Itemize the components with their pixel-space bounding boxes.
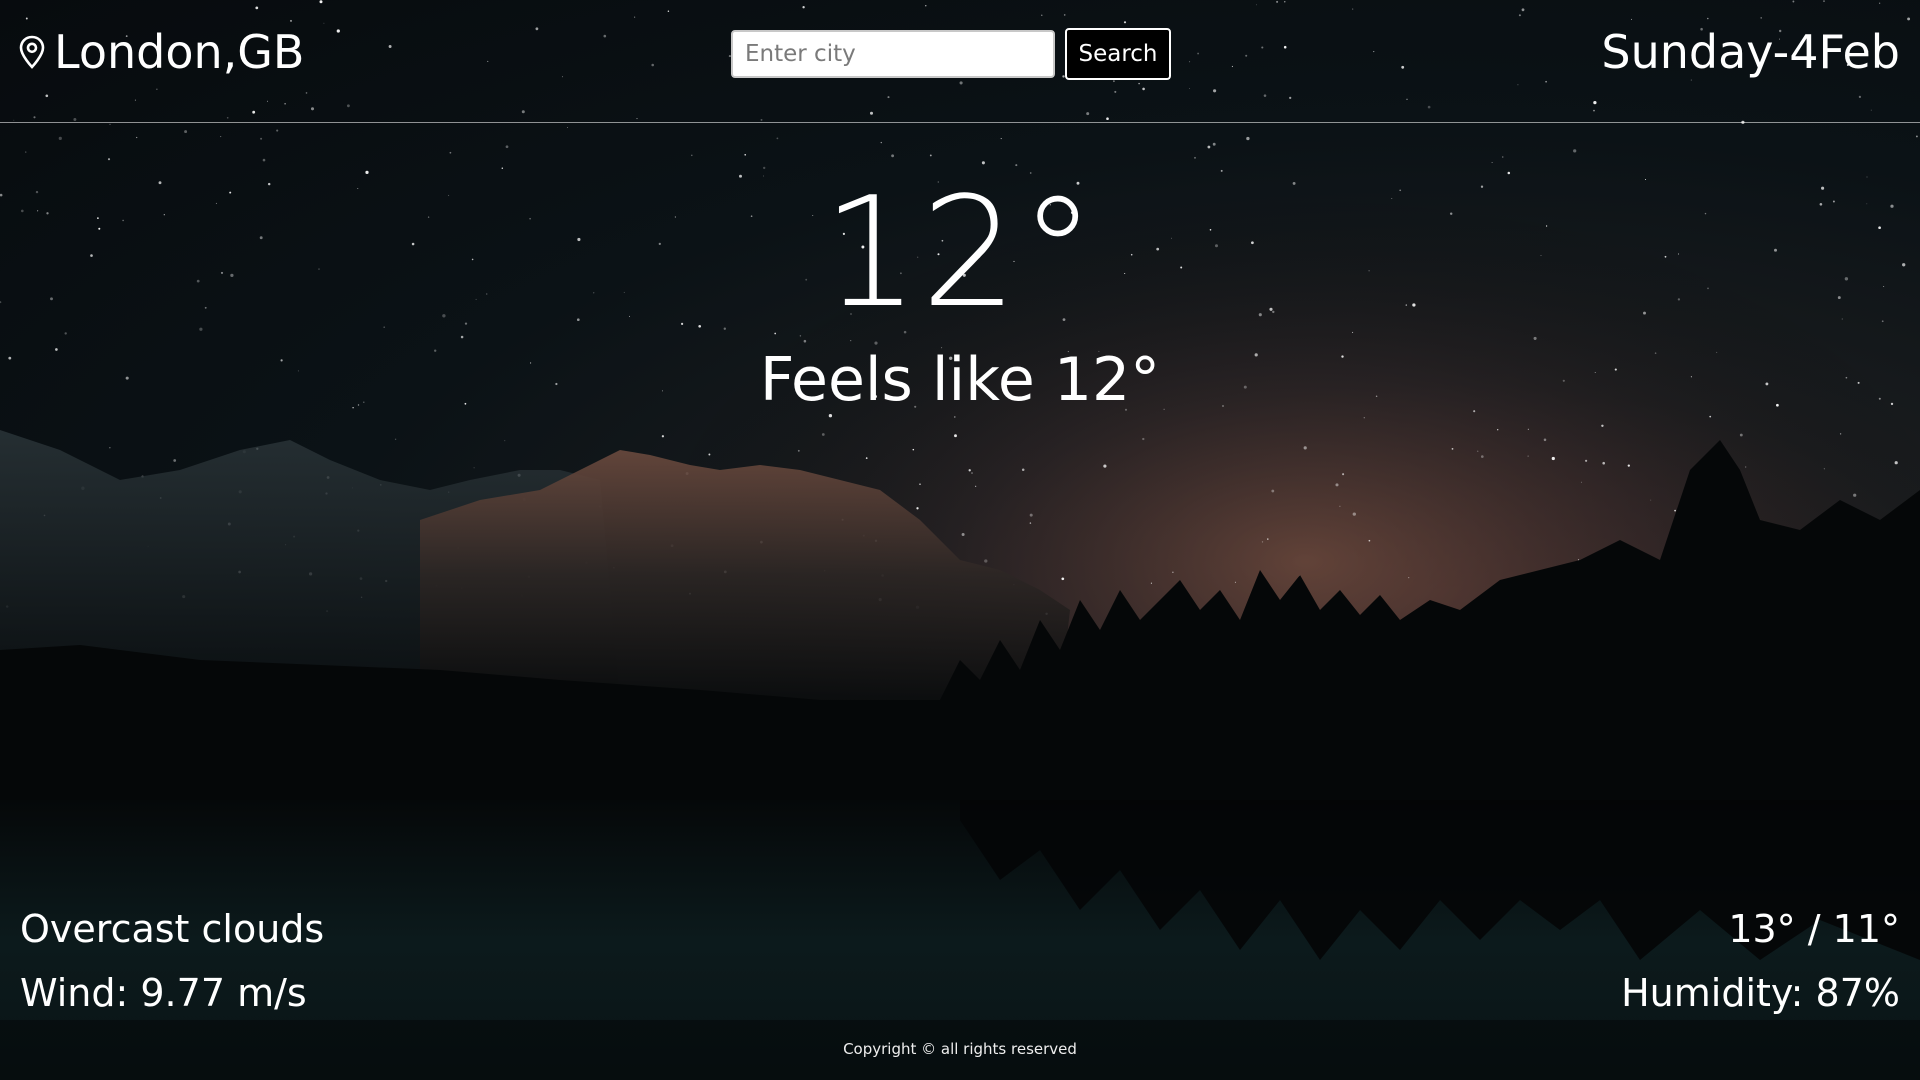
search-button[interactable]: Search [1065, 28, 1171, 80]
weather-app: London,GB Search Sunday-4Feb 12° Feels l… [0, 0, 1920, 1080]
header-bar: London,GB Search Sunday-4Feb [0, 0, 1920, 123]
footer: Copyright © all rights reserved [0, 1020, 1920, 1080]
min-max-temperature: 13° / 11° [1728, 907, 1900, 951]
wind-speed: Wind: 9.77 m/s [20, 971, 307, 1015]
weather-description: Overcast clouds [20, 907, 325, 951]
location: London,GB [18, 22, 304, 82]
humidity: Humidity: 87% [1621, 971, 1900, 1015]
feels-like: Feels like 12° [759, 345, 1161, 415]
search-form: Search [731, 28, 1171, 80]
temperature: 12° [822, 164, 1098, 341]
map-pin-icon [18, 35, 46, 69]
city-search-input[interactable] [731, 30, 1055, 78]
current-date: Sunday-4Feb [1601, 25, 1900, 79]
copyright-text: Copyright © all rights reserved [843, 1040, 1077, 1058]
location-name: London,GB [54, 25, 305, 79]
